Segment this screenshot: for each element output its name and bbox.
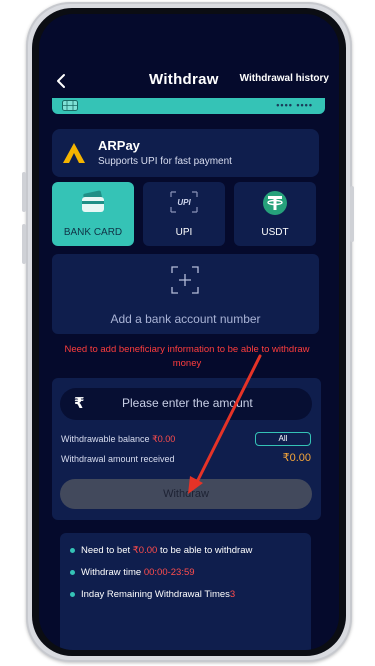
- bank-card-preview: •••• ••••: [52, 98, 325, 114]
- withdraw-time-label: Withdraw time: [81, 567, 144, 578]
- bullet-icon: [70, 591, 75, 597]
- remaining-times-label: Inday Remaining Withdrawal Times: [81, 589, 230, 600]
- channel-description: Supports UPI for fast payment: [98, 156, 232, 167]
- tab-label: UPI: [175, 227, 193, 238]
- volume-up-button: [22, 172, 26, 212]
- bet-suffix: to be able to withdraw: [157, 545, 253, 556]
- tab-bank-card[interactable]: BANK CARD: [52, 182, 134, 246]
- all-button[interactable]: All: [255, 432, 311, 446]
- beneficiary-warning: Need to add beneficiary information to b…: [64, 344, 310, 369]
- received-amount-label: Withdrawal amount received: [61, 454, 175, 464]
- add-icon: [171, 266, 199, 294]
- withdrawal-history-link[interactable]: Withdrawal history: [240, 73, 329, 84]
- page-title: Withdraw: [149, 71, 219, 88]
- bet-value: ₹0.00: [132, 545, 158, 556]
- volume-down-button: [22, 224, 26, 264]
- bet-requirement: Need to bet ₹0.00 to be able to withdraw: [70, 545, 252, 556]
- rupee-icon: ₹: [74, 395, 85, 412]
- usdt-icon: [263, 191, 287, 215]
- add-bank-account-button[interactable]: Add a bank account number: [52, 254, 319, 334]
- upi-icon: UPI: [170, 191, 198, 213]
- card-chip-icon: [62, 100, 78, 111]
- withdrawable-balance: Withdrawable balance ₹0.00: [61, 434, 175, 445]
- bank-card-icon: [82, 190, 104, 212]
- bullet-icon: [70, 547, 75, 553]
- received-amount-value: ₹0.00: [282, 452, 311, 464]
- payment-channel[interactable]: ARPay Supports UPI for fast payment: [52, 129, 319, 177]
- tab-upi[interactable]: UPI UPI: [143, 182, 225, 246]
- withdraw-button[interactable]: Withdraw: [60, 479, 312, 509]
- tab-usdt[interactable]: USDT: [234, 182, 316, 246]
- withdraw-time-value: 00:00-23:59: [143, 567, 195, 578]
- app-screen: Withdraw Withdrawal history •••• •••• AR…: [39, 14, 339, 650]
- withdraw-time: Withdraw time 00:00-23:59: [70, 567, 195, 578]
- bullet-icon: [70, 569, 75, 575]
- remaining-times-value: 3: [229, 589, 236, 600]
- amount-placeholder: Please enter the amount: [122, 396, 253, 410]
- power-button: [350, 186, 354, 242]
- header: Withdraw Withdrawal history: [39, 68, 339, 96]
- remaining-times: Inday Remaining Withdrawal Times3: [70, 589, 235, 600]
- svg-text:UPI: UPI: [177, 198, 191, 207]
- withdrawable-balance-label: Withdrawable balance: [61, 434, 153, 444]
- channel-name: ARPay: [98, 138, 140, 153]
- add-bank-account-label: Add a bank account number: [110, 312, 261, 326]
- back-arrow-icon[interactable]: [53, 72, 71, 90]
- arpay-logo-icon: [63, 143, 85, 163]
- tab-label: BANK CARD: [63, 227, 123, 238]
- amount-input[interactable]: ₹ Please enter the amount: [60, 388, 312, 420]
- bet-prefix: Need to bet: [81, 545, 133, 556]
- amount-panel: ₹ Please enter the amount Withdrawable b…: [52, 378, 321, 520]
- withdraw-info: Need to bet ₹0.00 to be able to withdraw…: [60, 533, 311, 650]
- tab-label: USDT: [261, 227, 289, 238]
- card-number-mask: •••• ••••: [276, 100, 313, 110]
- withdrawable-balance-value: ₹0.00: [152, 434, 176, 444]
